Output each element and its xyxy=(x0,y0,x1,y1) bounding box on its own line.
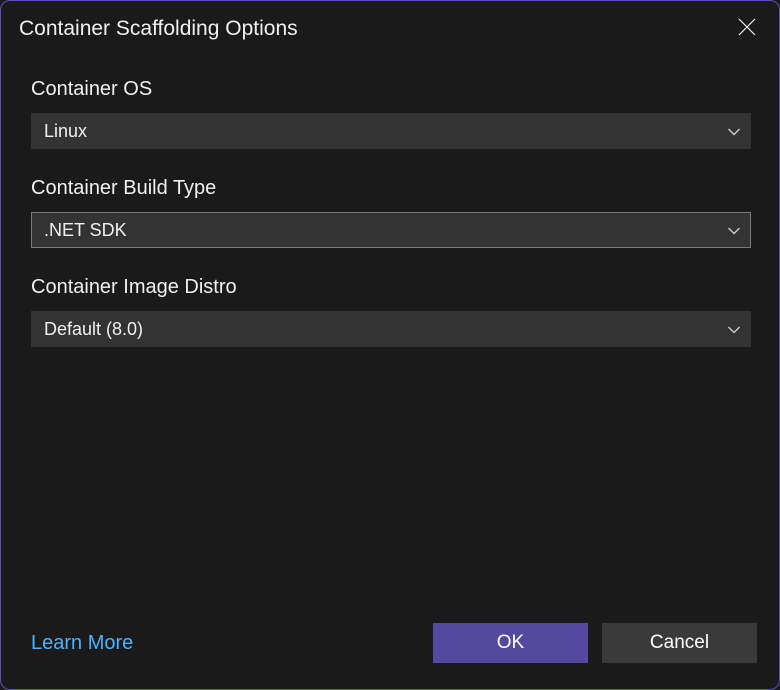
container-build-type-value: .NET SDK xyxy=(44,220,127,241)
container-os-select[interactable]: Linux xyxy=(31,113,751,149)
container-image-distro-label: Container Image Distro xyxy=(31,276,751,299)
chevron-down-icon xyxy=(728,121,740,142)
close-button[interactable] xyxy=(733,15,761,43)
container-os-value: Linux xyxy=(44,121,87,142)
close-icon xyxy=(738,18,756,41)
titlebar: Container Scaffolding Options xyxy=(1,1,779,53)
container-build-type-group: Container Build Type .NET SDK xyxy=(31,177,751,248)
container-build-type-label: Container Build Type xyxy=(31,177,751,200)
scaffolding-dialog: Container Scaffolding Options Container … xyxy=(0,0,780,690)
dialog-title: Container Scaffolding Options xyxy=(19,17,298,41)
container-build-type-select[interactable]: .NET SDK xyxy=(31,212,751,248)
container-os-label: Container OS xyxy=(31,78,751,101)
learn-more-link[interactable]: Learn More xyxy=(31,632,133,655)
container-image-distro-group: Container Image Distro Default (8.0) xyxy=(31,276,751,347)
ok-button[interactable]: OK xyxy=(433,623,588,663)
container-os-group: Container OS Linux xyxy=(31,78,751,149)
dialog-content: Container OS Linux Container Build Type … xyxy=(1,53,779,623)
container-image-distro-select[interactable]: Default (8.0) xyxy=(31,311,751,347)
cancel-button[interactable]: Cancel xyxy=(602,623,757,663)
chevron-down-icon xyxy=(728,220,740,241)
chevron-down-icon xyxy=(728,319,740,340)
dialog-footer: Learn More OK Cancel xyxy=(1,623,779,689)
container-image-distro-value: Default (8.0) xyxy=(44,319,143,340)
